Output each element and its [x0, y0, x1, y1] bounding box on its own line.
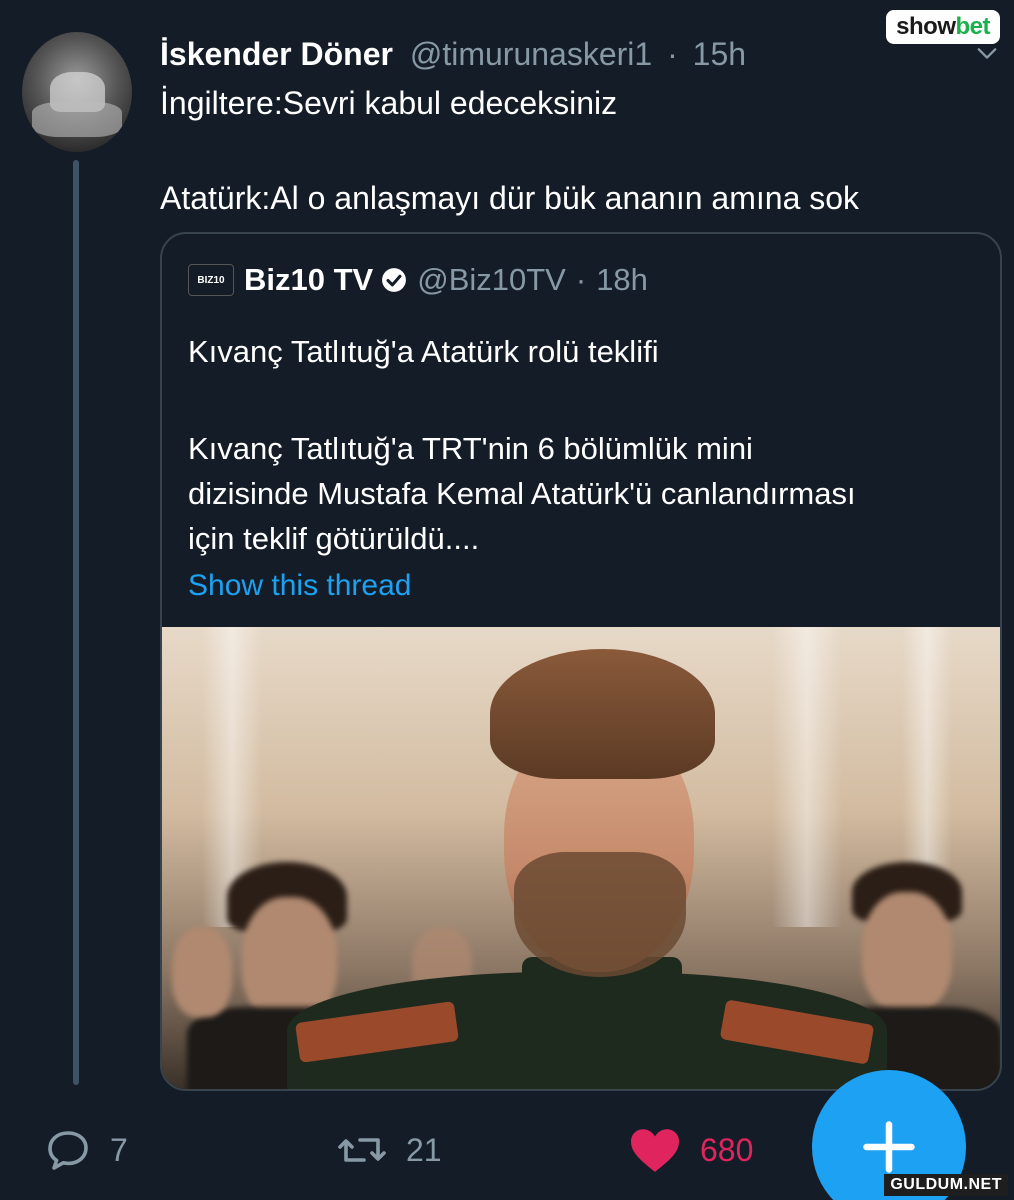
quoted-body-line: dizisinde Mustafa Kemal Atatürk'ü canlan… — [188, 476, 856, 511]
guldum-watermark: GULDUM.NET — [884, 1174, 1008, 1196]
tweet-text: İngiltere:Sevri kabul edeceksiniz Atatür… — [160, 84, 980, 217]
retweet-icon — [338, 1138, 386, 1162]
quoted-tweet-header: BIZ10 Biz10 TV @Biz10TV · 18h — [188, 262, 648, 298]
quoted-tweet-time[interactable]: 18h — [596, 262, 648, 298]
showbet-show-text: show — [896, 13, 956, 40]
tweet-screen: showbet İskender Döner @timurunaskeri1 ·… — [0, 0, 1014, 1200]
thread-line — [73, 160, 79, 1085]
quoted-tweet-card[interactable]: BIZ10 Biz10 TV @Biz10TV · 18h Kıvanç Tat… — [160, 232, 1002, 1091]
reply-icon — [48, 1131, 88, 1170]
retweet-count: 21 — [406, 1131, 442, 1168]
main-person-hair — [490, 649, 715, 779]
main-person-beard — [514, 852, 686, 977]
quoted-user-handle[interactable]: @Biz10TV — [417, 262, 566, 298]
verified-icon — [382, 268, 407, 292]
like-button[interactable]: 680 — [628, 1126, 753, 1174]
biz10-logo: BIZ10 — [188, 264, 234, 296]
quoted-tweet-body: Kıvanç Tatlıtuğ'a TRT'nin 6 bölümlük min… — [188, 426, 978, 561]
background-pillar — [772, 627, 842, 927]
quoted-display-name[interactable]: Biz10 TV — [244, 262, 373, 298]
background-person — [862, 892, 952, 1012]
quoted-tweet-title: Kıvanç Tatlıtuğ'a Atatürk rolü teklifi — [188, 334, 659, 369]
reply-button[interactable]: 7 — [44, 1126, 128, 1174]
show-thread-link[interactable]: Show this thread — [188, 569, 411, 603]
like-count: 680 — [700, 1131, 754, 1168]
showbet-logo: showbet — [886, 10, 1000, 44]
heart-icon — [631, 1129, 679, 1172]
display-name[interactable]: İskender Döner — [160, 36, 393, 72]
tweet-text-line: Atatürk:Al o anlaşmayı dür bük ananın am… — [160, 180, 860, 216]
avatar[interactable] — [22, 32, 132, 152]
tweet-header: İskender Döner @timurunaskeri1 · 15h — [160, 36, 746, 73]
quoted-body-line: Kıvanç Tatlıtuğ'a TRT'nin 6 bölümlük min… — [188, 431, 753, 466]
chevron-down-icon[interactable] — [976, 42, 998, 64]
showbet-bet-text: bet — [955, 13, 991, 40]
tweet-time[interactable]: 15h — [693, 36, 746, 72]
avatar-figure — [32, 102, 122, 137]
quoted-body-line: için teklif götürüldü.... — [188, 521, 480, 556]
user-handle[interactable]: @timurunaskeri1 — [410, 36, 652, 72]
plus-icon — [863, 1121, 915, 1173]
reply-count: 7 — [110, 1131, 128, 1168]
tweet-text-line: İngiltere:Sevri kabul edeceksiniz — [160, 85, 618, 121]
background-person — [172, 927, 232, 1017]
quoted-tweet-image[interactable] — [162, 627, 1000, 1089]
retweet-button[interactable]: 21 — [336, 1126, 442, 1174]
separator-dot: · — [575, 262, 587, 297]
separator-dot: · — [667, 36, 678, 72]
